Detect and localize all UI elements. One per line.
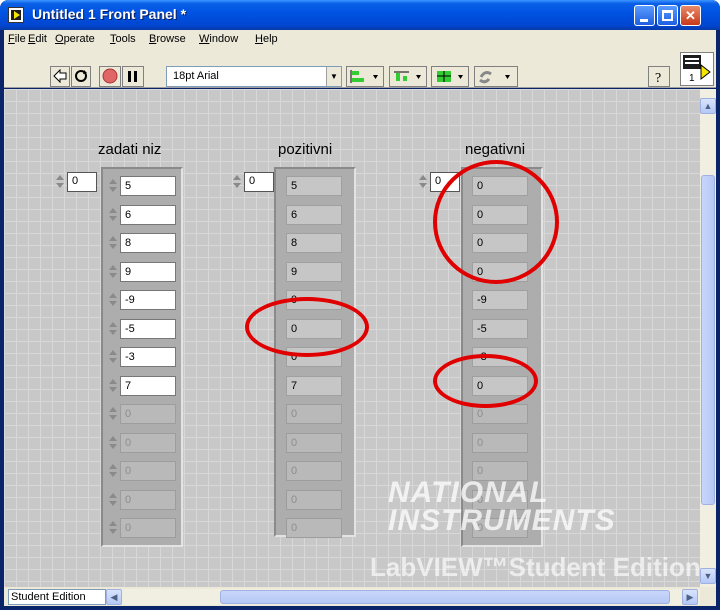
labview-app-icon <box>8 7 24 23</box>
element-spinner-icon <box>106 518 120 538</box>
array-index-positive[interactable]: 0 <box>244 172 274 192</box>
positive-array-element: 0 <box>286 490 342 510</box>
positive-array-element: 0 <box>286 404 342 424</box>
abort-icon[interactable] <box>99 66 121 87</box>
element-spinner-icon[interactable] <box>106 319 120 339</box>
title-bar[interactable]: Untitled 1 Front Panel * ✕ <box>0 0 720 30</box>
index-spinner-icon[interactable] <box>53 172 67 192</box>
svg-text:1: 1 <box>689 73 695 84</box>
svg-text:?: ? <box>655 71 661 86</box>
red-annotation-circle <box>433 354 538 408</box>
element-spinner-icon <box>106 461 120 481</box>
element-spinner-icon <box>106 433 120 453</box>
menu-browse[interactable]: Browse <box>149 33 186 45</box>
input-array-element[interactable]: -3 <box>120 347 176 367</box>
font-dropdown-arrow-icon[interactable]: ▼ <box>326 67 341 86</box>
array-index-input[interactable]: 0 <box>67 172 97 192</box>
positive-array-element: 5 <box>286 176 342 196</box>
menu-window[interactable]: Window <box>199 33 238 45</box>
context-help-icon[interactable]: ? <box>648 66 670 87</box>
red-annotation-circle <box>245 297 369 357</box>
element-spinner-icon[interactable] <box>106 233 120 253</box>
element-spinner-icon[interactable] <box>106 347 120 367</box>
positive-array-element: 7 <box>286 376 342 396</box>
index-spinner-icon[interactable] <box>230 172 244 192</box>
ni-watermark-line2: INSTRUMENTS <box>388 504 616 537</box>
menu-help[interactable]: Help <box>255 33 278 45</box>
input-array-element: 0 <box>120 490 176 510</box>
menu-operate[interactable]: Operate <box>55 33 95 45</box>
element-spinner-icon[interactable] <box>106 290 120 310</box>
positive-array-element: 8 <box>286 233 342 253</box>
red-annotation-circle <box>433 160 559 284</box>
vi-icon[interactable]: 1 <box>680 52 714 86</box>
pause-icon[interactable] <box>122 66 144 87</box>
scroll-left-arrow-icon[interactable]: ◀ <box>106 589 122 605</box>
minimize-button[interactable] <box>634 5 655 26</box>
input-array-element[interactable]: 9 <box>120 262 176 282</box>
window-title: Untitled 1 Front Panel * <box>32 6 187 22</box>
status-edition-label: Student Edition <box>8 589 106 605</box>
input-array-element[interactable]: 6 <box>120 205 176 225</box>
negative-array-element: -9 <box>472 290 528 310</box>
scroll-up-arrow-icon[interactable]: ▲ <box>700 98 716 114</box>
scroll-right-arrow-icon[interactable]: ▶ <box>682 589 698 605</box>
vertical-scroll-thumb[interactable] <box>701 175 715 505</box>
horizontal-scroll-thumb[interactable] <box>220 590 670 604</box>
input-array-element[interactable]: -9 <box>120 290 176 310</box>
input-array-element[interactable]: 8 <box>120 233 176 253</box>
input-array-element[interactable]: 7 <box>120 376 176 396</box>
element-spinner-icon[interactable] <box>106 176 120 196</box>
input-array-element[interactable]: -5 <box>120 319 176 339</box>
element-spinner-icon[interactable] <box>106 205 120 225</box>
close-button[interactable]: ✕ <box>680 5 701 26</box>
input-array-element[interactable]: 5 <box>120 176 176 196</box>
input-array-element: 0 <box>120 433 176 453</box>
index-spinner-icon[interactable] <box>416 172 430 192</box>
negative-array-element: -5 <box>472 319 528 339</box>
positive-array-element: 0 <box>286 461 342 481</box>
menu-file[interactable]: File <box>8 33 26 45</box>
run-continuously-icon[interactable] <box>71 66 91 87</box>
maximize-button[interactable] <box>657 5 678 26</box>
scroll-down-arrow-icon[interactable]: ▼ <box>700 568 716 584</box>
element-spinner-icon[interactable] <box>106 376 120 396</box>
positive-array-element: 6 <box>286 205 342 225</box>
labview-student-edition-watermark: LabVIEW™Student Edition <box>370 552 701 582</box>
align-objects-icon[interactable] <box>346 66 384 87</box>
negative-array-element: 0 <box>472 433 528 453</box>
input-array-element: 0 <box>120 518 176 538</box>
positive-array-element: 0 <box>286 518 342 538</box>
menu-edit[interactable]: Edit <box>28 33 47 45</box>
menu-bar: File Edit Operate Tools Browse Window He… <box>4 30 716 50</box>
input-array-element: 0 <box>120 461 176 481</box>
menu-tools[interactable]: Tools <box>110 33 136 45</box>
array-label-positive: pozitivni <box>278 141 333 158</box>
positive-array-element: 9 <box>286 262 342 282</box>
resize-objects-icon[interactable] <box>431 66 469 87</box>
distribute-objects-icon[interactable] <box>389 66 427 87</box>
reorder-icon[interactable] <box>474 66 518 87</box>
positive-array-element: 0 <box>286 433 342 453</box>
input-array-element: 0 <box>120 404 176 424</box>
element-spinner-icon <box>106 490 120 510</box>
element-spinner-icon[interactable] <box>106 262 120 282</box>
run-arrow-icon[interactable] <box>50 66 70 87</box>
element-spinner-icon <box>106 404 120 424</box>
array-label-input: zadati niz <box>98 141 162 158</box>
font-selector[interactable]: 18pt Arial <box>166 66 342 87</box>
array-label-negative: negativni <box>465 141 526 158</box>
